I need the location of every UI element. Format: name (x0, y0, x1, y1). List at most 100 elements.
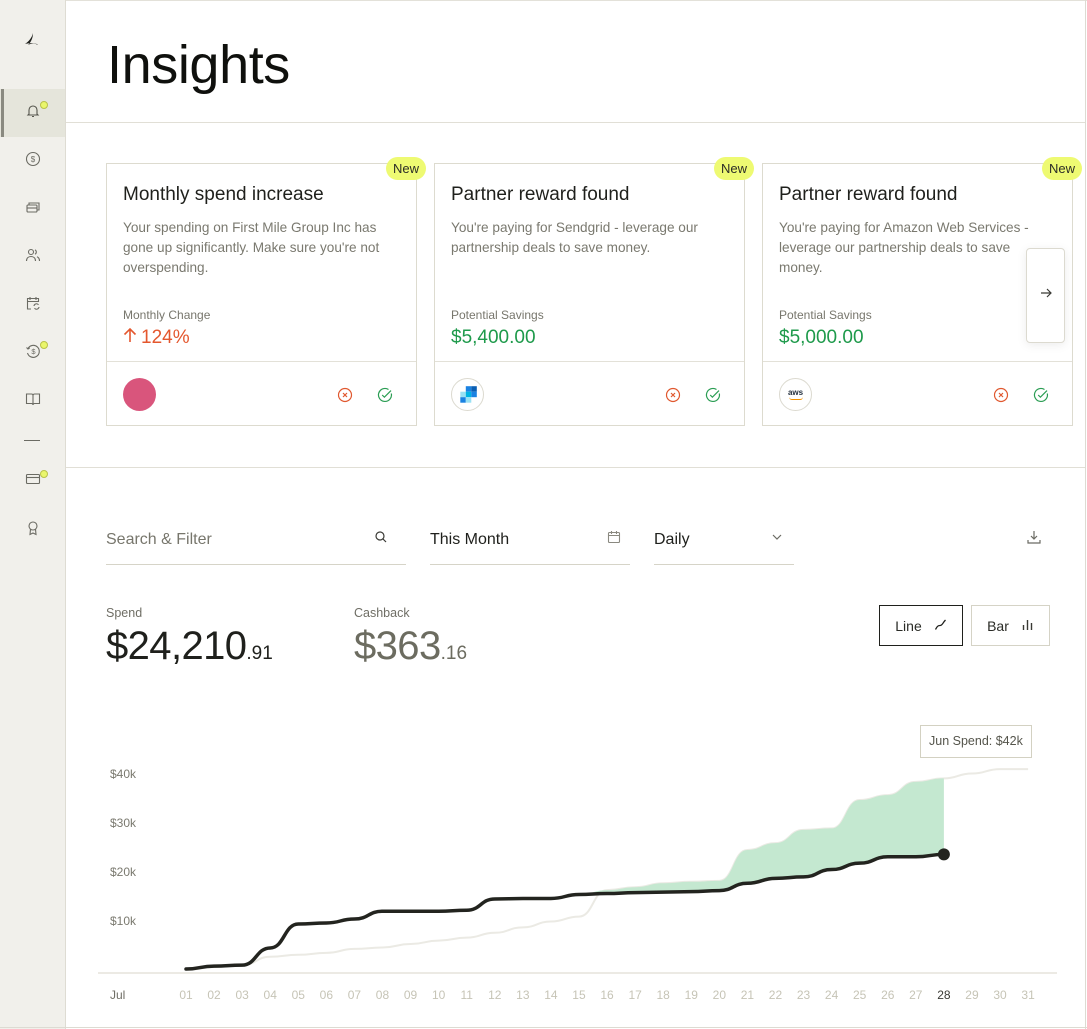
billing-dot (40, 470, 48, 478)
bar-chart-icon (1021, 618, 1034, 634)
x-tick-label: 22 (769, 988, 783, 1002)
bar-toggle-label: Bar (987, 617, 1009, 634)
date-range-picker[interactable]: This Month (430, 515, 630, 565)
x-tick-label: 12 (488, 988, 502, 1002)
card-description: Your spending on First Mile Group Inc ha… (123, 220, 380, 275)
sidebar: $ $ (0, 0, 66, 1029)
date-range-value: This Month (430, 530, 510, 548)
check-circle-icon (705, 387, 721, 403)
x-tick-label: 28 (937, 988, 951, 1002)
spend-chart-svg: $40k $30k $20k $10k Jul 01 02 03 04 05 06 07 08 09 10 1… (98, 767, 1057, 1002)
arrow-right-icon (1039, 286, 1053, 305)
y-tick-label: $40k (110, 767, 137, 781)
spend-gap-area (186, 778, 944, 970)
search-input[interactable]: Search & Filter (106, 515, 406, 565)
current-point-marker (937, 848, 950, 861)
svg-text:$: $ (31, 347, 36, 356)
cards-icon (25, 199, 41, 220)
x-tick-label: 02 (207, 988, 221, 1002)
chevron-down-icon (770, 530, 784, 549)
dollar-circle-icon: $ (25, 151, 41, 172)
cashback-total: $363.16 (354, 622, 467, 679)
sidebar-item-team[interactable] (0, 233, 65, 281)
dismiss-button[interactable] (337, 387, 353, 403)
sidebar-item-billing[interactable] (0, 457, 65, 505)
users-icon (25, 247, 41, 268)
x-tick-label: 03 (235, 988, 249, 1002)
card-divider (435, 361, 744, 362)
check-circle-icon (377, 387, 393, 403)
x-tick-label: 04 (264, 988, 278, 1002)
card-metric-label: Monthly Change (123, 308, 211, 322)
x-tick-label: 21 (741, 988, 755, 1002)
x-tick-label: 15 (572, 988, 586, 1002)
dismiss-button[interactable] (993, 387, 1009, 403)
download-button[interactable] (1026, 529, 1042, 545)
sendgrid-logo (451, 378, 484, 411)
card-title: Partner reward found (779, 184, 958, 205)
card-metric: 124% (123, 325, 190, 351)
aws-logo: aws (779, 378, 812, 411)
card-divider (763, 361, 1072, 362)
next-cards-button[interactable] (1026, 248, 1065, 343)
sidebar-item-guides[interactable] (0, 377, 65, 425)
spend-total: $24,210.91 (106, 622, 273, 679)
y-tick-label: $10k (110, 914, 137, 928)
notification-dot (40, 101, 48, 109)
cards-divider (66, 467, 1086, 468)
sidebar-item-recurring[interactable] (0, 281, 65, 329)
new-badge: New (1042, 157, 1083, 180)
x-tick-label: 29 (965, 988, 979, 1002)
calendar-refresh-icon (25, 295, 41, 316)
x-tick-label: 20 (713, 988, 727, 1002)
spend-label: Spend (106, 606, 143, 620)
interval-select[interactable]: Daily (654, 515, 794, 565)
x-tick-label: 23 (797, 988, 811, 1002)
sidebar-item-notifications[interactable] (0, 89, 65, 137)
bar-chart-toggle[interactable]: Bar (971, 605, 1050, 646)
sidebar-item-rewards[interactable] (0, 506, 65, 554)
card-metric-value: 124% (141, 327, 190, 348)
sidebar-item-cards[interactable] (0, 185, 65, 233)
frame-right-border (1085, 0, 1086, 1029)
chart-tooltip: Jun Spend: $42k (920, 725, 1032, 758)
line-chart-icon (934, 618, 947, 634)
award-icon (25, 520, 41, 541)
svg-text:$: $ (30, 155, 35, 164)
cashback-label: Cashback (354, 606, 410, 620)
x-tick-label: 06 (320, 988, 334, 1002)
line-chart-toggle[interactable]: Line (879, 605, 963, 646)
x-circle-icon (993, 387, 1009, 403)
x-tick-label: 30 (993, 988, 1007, 1002)
card-metric-label: Potential Savings (779, 308, 872, 322)
accept-button[interactable] (705, 387, 721, 403)
pink-circle-avatar (123, 378, 156, 411)
bell-icon (25, 103, 41, 124)
book-icon (25, 391, 41, 412)
x-tick-label: 10 (432, 988, 446, 1002)
x-axis-month-label: Jul (110, 988, 125, 1002)
y-tick-label: $30k (110, 816, 137, 830)
aws-smile-mark (788, 397, 803, 400)
frame-top-border (0, 0, 1087, 1)
line-toggle-label: Line (895, 617, 922, 634)
accept-button[interactable] (1033, 387, 1049, 403)
header-divider (66, 122, 1086, 123)
x-tick-label: 14 (544, 988, 558, 1002)
sidebar-item-cashback[interactable]: $ (0, 329, 65, 377)
accept-button[interactable] (377, 387, 393, 403)
x-tick-label: 17 (628, 988, 642, 1002)
sidebar-divider (24, 440, 40, 441)
x-tick-label: 16 (600, 988, 614, 1002)
brand-logo[interactable] (22, 30, 42, 50)
card-description: You're paying for Amazon Web Services - … (779, 220, 1029, 275)
x-tick-label: 19 (685, 988, 699, 1002)
sidebar-item-spend[interactable]: $ (0, 137, 65, 185)
credit-card-icon (25, 471, 41, 492)
cashback-dot (40, 341, 48, 349)
frame-bottom-border (0, 1027, 1087, 1028)
card-divider (107, 361, 416, 362)
dismiss-button[interactable] (665, 387, 681, 403)
x-tick-label: 26 (881, 988, 895, 1002)
card-title: Partner reward found (451, 184, 630, 205)
